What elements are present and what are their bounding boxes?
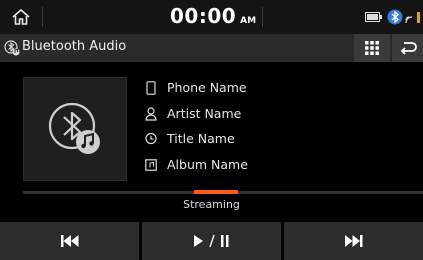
progress-indicator xyxy=(194,190,238,194)
play-pause-button[interactable] xyxy=(142,222,281,260)
bluetooth-status-icon xyxy=(387,9,403,25)
home-icon xyxy=(12,8,30,25)
status-divider xyxy=(42,7,43,27)
menu-button[interactable] xyxy=(354,34,390,62)
artist-name-row: Artist Name xyxy=(145,106,241,121)
previous-icon xyxy=(60,235,78,247)
clock: 00:00 AM xyxy=(170,4,256,30)
status-divider xyxy=(262,7,263,27)
phone-name: Phone Name xyxy=(167,80,247,95)
next-button[interactable] xyxy=(284,222,423,260)
playback-status: Streaming xyxy=(183,198,240,211)
album-art xyxy=(23,77,127,181)
previous-button[interactable] xyxy=(0,222,139,260)
menu-grid-icon xyxy=(365,41,379,55)
battery-icon xyxy=(365,12,382,22)
home-button[interactable] xyxy=(0,0,42,34)
clock-time: 00:00 xyxy=(170,4,237,28)
bluetooth-music-icon xyxy=(48,102,100,154)
status-icons xyxy=(363,9,423,25)
signal-icon xyxy=(405,12,420,24)
album-icon xyxy=(145,158,157,171)
status-bar: 00:00 AM xyxy=(0,0,423,34)
playback-controls xyxy=(0,222,423,260)
artist-name: Artist Name xyxy=(167,106,242,121)
phone-icon xyxy=(146,80,156,95)
title-name: Title Name xyxy=(167,131,235,146)
title-icon xyxy=(145,132,157,144)
play-pause-icon xyxy=(193,234,228,248)
album-name-row: Album Name xyxy=(145,157,248,172)
album-name: Album Name xyxy=(167,157,248,172)
artist-icon xyxy=(145,106,157,121)
back-icon xyxy=(400,42,417,55)
title-name-row: Title Name xyxy=(145,131,235,146)
back-button[interactable] xyxy=(392,34,423,62)
next-icon xyxy=(344,235,362,247)
page-title: Bluetooth Audio xyxy=(22,39,127,54)
clock-ampm: AM xyxy=(240,16,257,26)
phone-name-row: Phone Name xyxy=(145,80,247,95)
bluetooth-audio-icon xyxy=(4,40,20,56)
